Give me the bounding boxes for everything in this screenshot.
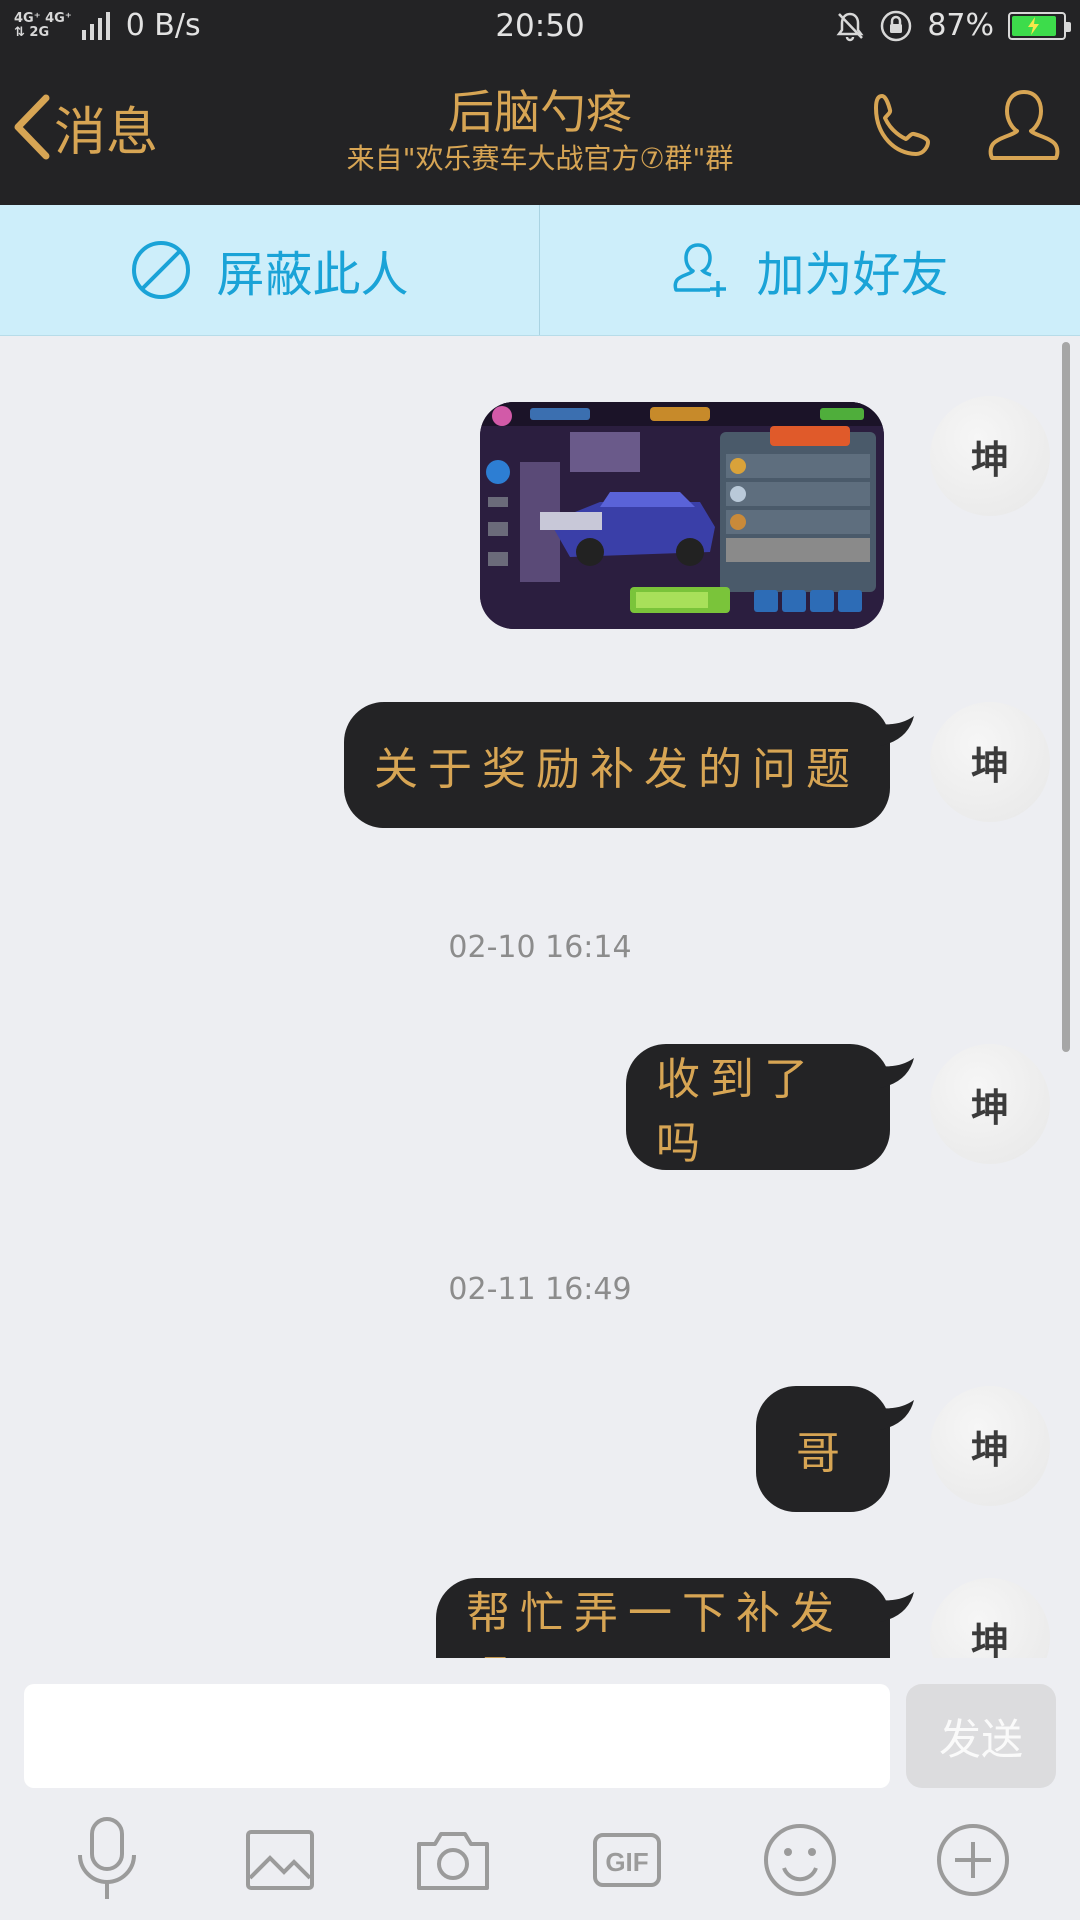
status-right: 87% xyxy=(835,8,1071,43)
block-user-button[interactable]: 屏蔽此人 xyxy=(0,205,539,335)
plus-icon[interactable] xyxy=(928,1815,1018,1905)
back-button[interactable]: 消息 xyxy=(12,92,159,163)
chat-title-block: 后脑勺疼 来自"欢乐赛车大战官方⑦群"群 xyxy=(250,84,830,178)
bubble-tail xyxy=(880,1592,914,1622)
chat-screen: 4G⁺ 4G⁺ ⇅ 2G 0 B/s 20:50 87% 消息 后脑勺疼 来自"… xyxy=(0,0,1080,1920)
chevron-left-icon xyxy=(14,94,50,160)
bubble-tail xyxy=(880,716,914,746)
message-bubble[interactable]: 关于奖励补发的问题 xyxy=(344,702,890,828)
rotation-lock-icon xyxy=(881,10,912,41)
chat-title: 后脑勺疼 xyxy=(448,85,632,139)
block-icon xyxy=(132,241,191,299)
phone-icon[interactable] xyxy=(866,90,940,164)
camera-icon[interactable] xyxy=(408,1815,498,1905)
block-user-label: 屏蔽此人 xyxy=(216,247,409,303)
back-label: 消息 xyxy=(54,102,159,163)
message-list[interactable]: 坤 关于奖励补发的问题 坤 02-10 16:14 收到了吗 坤 02-11 1… xyxy=(0,336,1080,1658)
add-friend-icon xyxy=(674,243,727,297)
gif-icon[interactable]: GIF xyxy=(582,1815,672,1905)
avatar[interactable]: 坤 xyxy=(930,1578,1050,1658)
message-bubble[interactable]: 收到了吗 xyxy=(626,1044,890,1170)
input-toolbar: GIF xyxy=(0,1800,1080,1920)
add-friend-button[interactable]: 加为好友 xyxy=(540,205,1079,335)
microphone-icon[interactable] xyxy=(62,1815,152,1905)
nav-bar: 消息 后脑勺疼 来自"欢乐赛车大战官方⑦群"群 xyxy=(0,56,1080,205)
message-bubble[interactable]: 哥 xyxy=(756,1386,890,1512)
mute-bell-icon xyxy=(836,12,864,41)
add-friend-label: 加为好友 xyxy=(756,247,949,303)
status-bar: 4G⁺ 4G⁺ ⇅ 2G 0 B/s 20:50 87% xyxy=(0,0,1080,56)
message-timestamp: 02-10 16:14 xyxy=(448,930,632,965)
avatar[interactable]: 坤 xyxy=(930,702,1050,822)
avatar[interactable]: 坤 xyxy=(930,1044,1050,1164)
game-screenshot-image xyxy=(480,402,884,629)
scrollbar[interactable] xyxy=(1062,342,1070,1052)
send-button[interactable]: 发送 xyxy=(906,1684,1056,1788)
stranger-action-bar: 屏蔽此人 加为好友 xyxy=(0,205,1080,336)
bubble-tail xyxy=(880,1058,914,1088)
avatar[interactable]: 坤 xyxy=(930,1386,1050,1506)
battery-charging-icon xyxy=(1008,11,1071,40)
message-input[interactable] xyxy=(24,1684,890,1788)
avatar[interactable]: 坤 xyxy=(930,396,1050,516)
bubble-tail xyxy=(880,1400,914,1430)
message-timestamp: 02-11 16:49 xyxy=(448,1272,632,1307)
profile-icon[interactable] xyxy=(986,86,1062,166)
chat-subtitle: 来自"欢乐赛车大战官方⑦群"群 xyxy=(346,142,734,175)
input-bar: 发送 xyxy=(0,1658,1080,1800)
battery-percent: 87% xyxy=(927,8,994,43)
image-message[interactable] xyxy=(480,402,884,629)
image-icon[interactable] xyxy=(235,1815,325,1905)
emoji-icon[interactable] xyxy=(755,1815,845,1905)
gif-label: GIF xyxy=(605,1847,648,1877)
message-bubble[interactable]: 帮忙弄一下补发呗 xyxy=(436,1578,890,1658)
